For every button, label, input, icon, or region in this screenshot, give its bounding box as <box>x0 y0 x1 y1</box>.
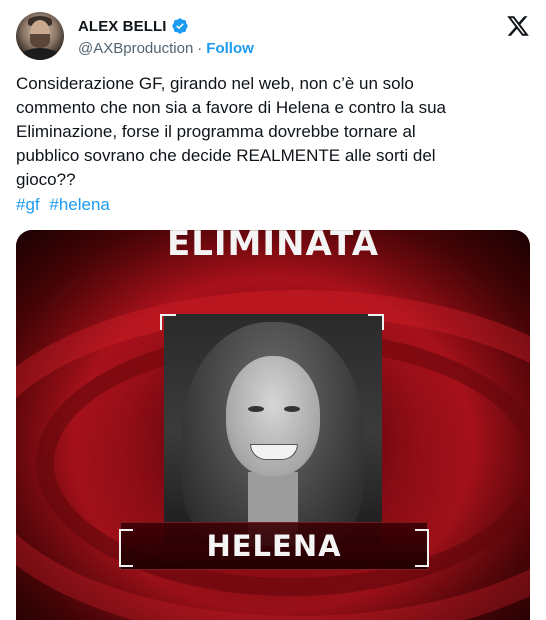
contestant-nameplate: HELENA <box>119 522 429 570</box>
contestant-photo <box>164 314 382 546</box>
author-handle[interactable]: @AXBproduction <box>78 40 193 57</box>
follow-button[interactable]: Follow <box>206 40 254 57</box>
tweet-text: Considerazione GF, girando nel web, non … <box>16 74 446 189</box>
tweet-header: ALEX BELLI @AXBproduction · Follow <box>16 12 530 60</box>
separator-dot: · <box>197 40 203 57</box>
author-handle-row: @AXBproduction · Follow <box>78 40 254 57</box>
tweet-hashtags: #gf #helena <box>16 193 115 217</box>
contestant-name: HELENA <box>206 529 342 563</box>
avatar[interactable] <box>16 12 64 60</box>
verified-badge-icon <box>171 18 188 34</box>
author-display-name[interactable]: ALEX BELLI <box>78 18 167 35</box>
media-headline: ELIMINATA <box>166 230 380 264</box>
hashtag-link[interactable]: #helena <box>49 195 110 214</box>
tweet-media-image[interactable]: ELIMINATA HELENA <box>16 230 530 620</box>
author-name-row: ALEX BELLI <box>78 17 189 35</box>
hashtag-link[interactable]: #gf <box>16 195 40 214</box>
x-logo-icon[interactable] <box>506 14 530 38</box>
